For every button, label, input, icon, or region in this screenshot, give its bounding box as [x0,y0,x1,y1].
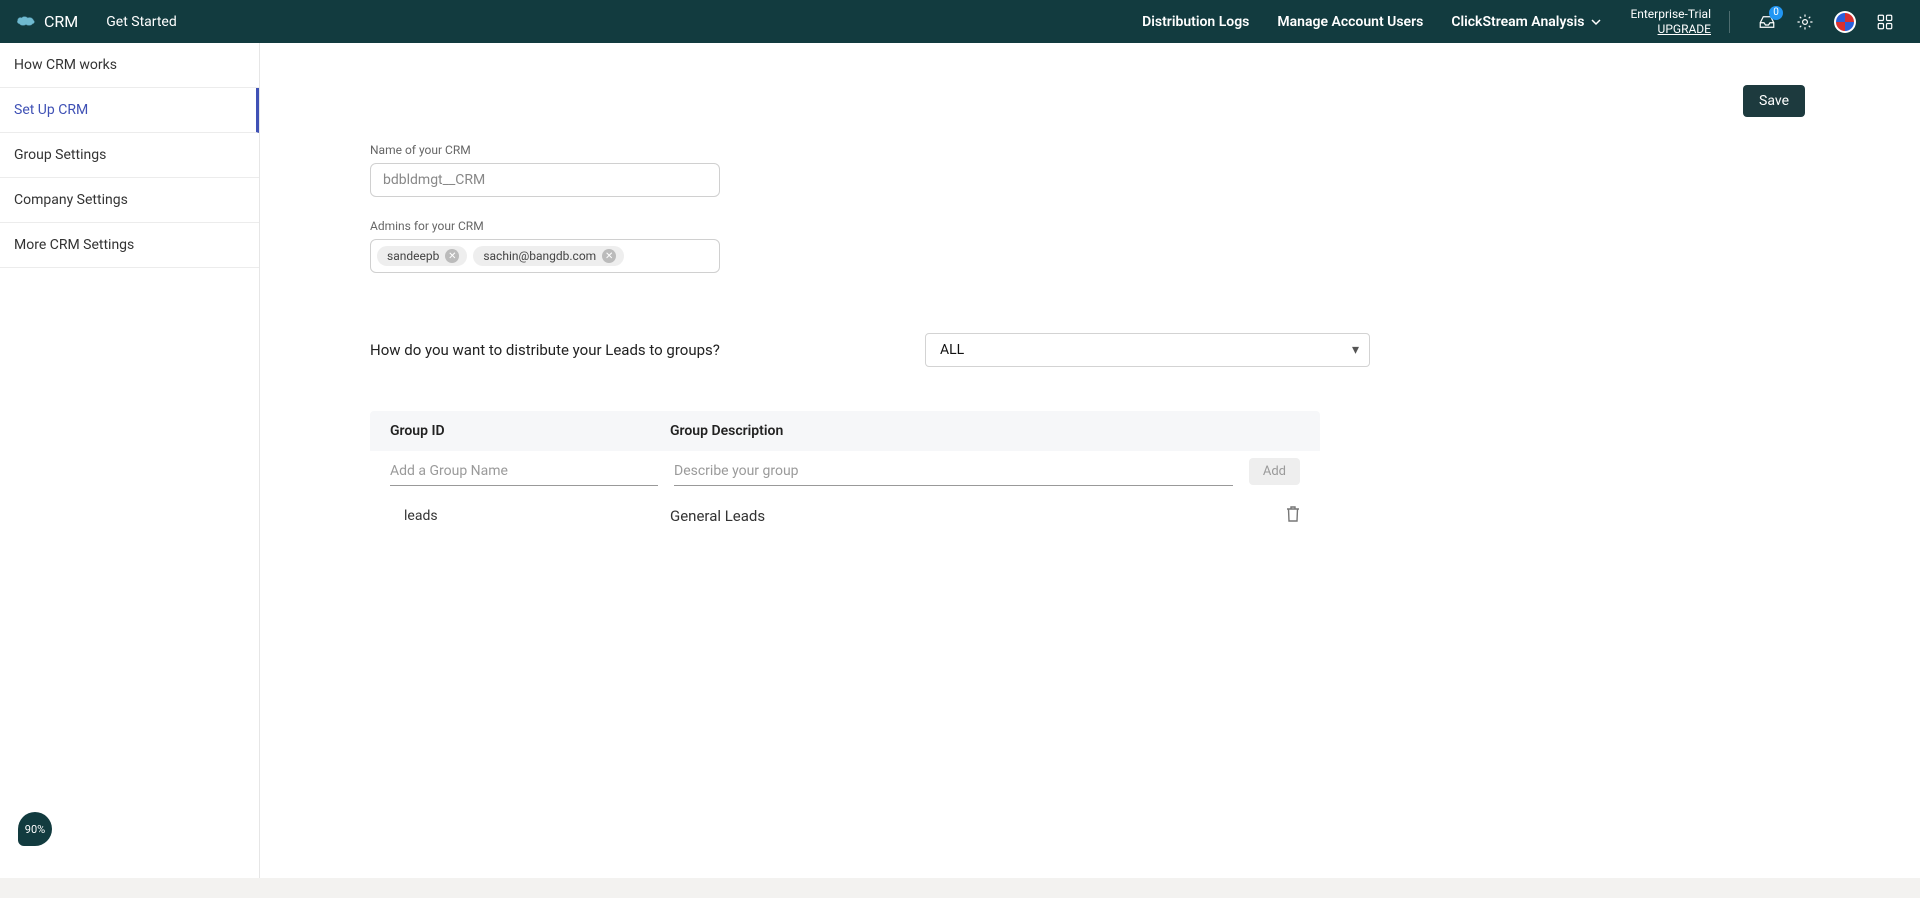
apps-icon[interactable] [1876,13,1894,31]
group-desc-input[interactable] [674,457,1233,486]
brain-icon [16,15,36,29]
group-row-id: leads [390,508,670,524]
groups-head-desc: Group Description [670,423,1240,439]
groups-header: Group ID Group Description [370,411,1320,451]
admin-chip-label: sandeepb [387,249,439,263]
bottom-bar [0,878,1920,898]
sidebar-item-group-settings[interactable]: Group Settings [0,133,259,178]
admins-label: Admins for your CRM [370,219,1370,233]
admin-chip: sandeepb ✕ [377,246,467,266]
group-row-desc: General Leads [670,507,1240,525]
chip-remove-icon[interactable]: ✕ [445,249,459,263]
sidebar-item-setup[interactable]: Set Up CRM [0,88,259,133]
main-panel: Save Name of your CRM Admins for your CR… [260,43,1920,898]
groups-head-id: Group ID [390,423,670,439]
inbox-icon[interactable]: 0 [1758,13,1776,31]
nav-distribution-logs[interactable]: Distribution Logs [1142,14,1249,30]
save-button[interactable]: Save [1743,85,1805,117]
chevron-down-icon: ▾ [1352,342,1359,358]
trial-name: Enterprise-Trial [1630,7,1711,21]
inbox-badge: 0 [1769,6,1783,20]
delete-group-icon[interactable] [1240,506,1300,526]
logo-area: CRM [16,12,78,31]
app-title: CRM [44,12,78,31]
nav-manage-users[interactable]: Manage Account Users [1277,14,1423,30]
crm-name-label: Name of your CRM [370,143,1370,157]
gear-icon[interactable] [1796,13,1814,31]
nav-links: Distribution Logs Manage Account Users C… [1142,14,1602,30]
nav-clickstream-label: ClickStream Analysis [1451,14,1584,30]
admin-chip: sachin@bangdb.com ✕ [473,246,624,266]
sidebar: How CRM works Set Up CRM Group Settings … [0,43,260,898]
distribute-value: ALL [940,342,964,358]
groups-section: Group ID Group Description Add leads Gen… [370,411,1320,526]
chip-remove-icon[interactable]: ✕ [602,249,616,263]
add-group-button[interactable]: Add [1249,458,1300,485]
progress-pill[interactable]: 90% [18,812,52,846]
nav-clickstream[interactable]: ClickStream Analysis [1451,14,1602,30]
distribute-select[interactable]: ALL ▾ [925,333,1370,367]
avatar[interactable] [1834,11,1856,33]
group-id-input[interactable] [390,457,658,486]
upgrade-link[interactable]: UPGRADE [1630,22,1711,36]
header-bar: CRM Get Started Distribution Logs Manage… [0,0,1920,43]
sidebar-item-more-settings[interactable]: More CRM Settings [0,223,259,268]
group-row: leads General Leads [370,488,1320,526]
divider [1729,11,1730,33]
admin-chip-label: sachin@bangdb.com [483,249,596,263]
trial-box: Enterprise-Trial UPGRADE [1630,7,1711,36]
chevron-down-icon [1590,16,1602,28]
crm-name-input[interactable] [370,163,720,197]
sidebar-item-how-works[interactable]: How CRM works [0,43,259,88]
get-started-link[interactable]: Get Started [106,14,177,30]
admins-input[interactable]: sandeepb ✕ sachin@bangdb.com ✕ [370,239,720,273]
distribute-question: How do you want to distribute your Leads… [370,341,925,359]
sidebar-item-company-settings[interactable]: Company Settings [0,178,259,223]
